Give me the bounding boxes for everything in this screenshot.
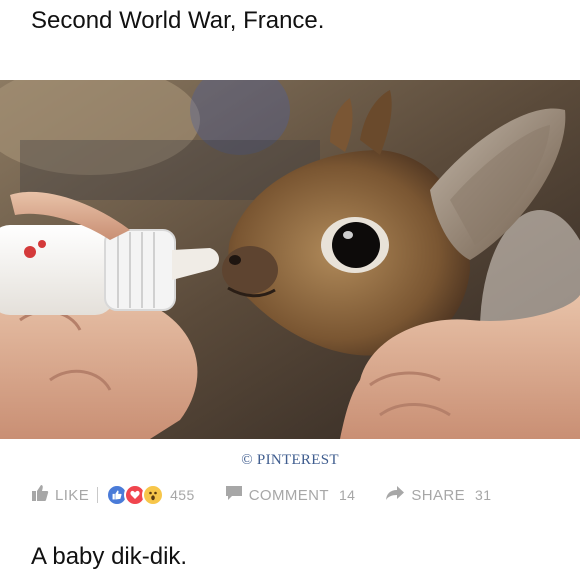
comment-icon <box>225 485 243 505</box>
action-divider <box>97 487 99 503</box>
comment-button[interactable]: COMMENT 14 <box>225 485 356 505</box>
reaction-count: 455 <box>170 487 195 503</box>
share-arrow-icon <box>385 485 405 505</box>
share-label: SHARE <box>411 486 466 504</box>
post-action-bar: LIKE 455 COMMENT 14 SHARE 31 <box>31 484 491 506</box>
reaction-summary[interactable] <box>106 484 165 506</box>
thumbs-up-icon <box>31 484 49 506</box>
share-count: 31 <box>475 487 492 503</box>
like-label: LIKE <box>55 486 90 504</box>
post-caption: A baby dik-dik. <box>31 543 188 570</box>
like-button[interactable]: LIKE <box>31 484 89 506</box>
dik-dik-photo <box>0 80 580 439</box>
comment-count: 14 <box>338 487 356 503</box>
post-title: Second World War, France. <box>31 7 325 34</box>
share-button[interactable]: SHARE 31 <box>385 485 491 505</box>
wow-reaction-icon <box>142 484 165 506</box>
photo-credit[interactable]: © PINTEREST <box>0 452 580 469</box>
comment-label: COMMENT <box>248 486 329 504</box>
post-photo[interactable] <box>0 80 580 439</box>
